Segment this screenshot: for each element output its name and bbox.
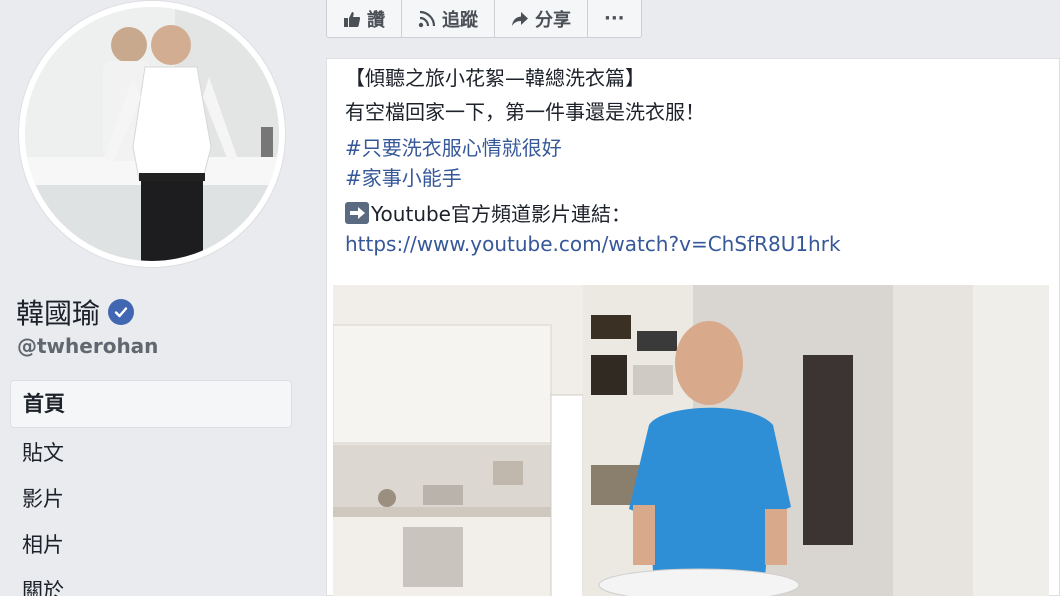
youtube-url-link[interactable]: https://www.youtube.com/watch?v=ChSfR8U1… [345, 229, 841, 259]
post-photo[interactable] [333, 285, 1049, 596]
nav-item-photos[interactable]: 相片 [10, 522, 292, 568]
right-column: 讚 追蹤 分享 ··· 【傾聽之旅小花絮—韓總洗衣篇】 有空檔回家一下，第一件事… [308, 0, 1060, 596]
hashtag-link[interactable]: #家事小能手 [345, 163, 841, 193]
rss-icon [418, 10, 436, 27]
share-label: 分享 [535, 9, 571, 31]
share-button[interactable]: 分享 [495, 0, 588, 37]
avatar-photo [25, 7, 279, 261]
right-arrow-icon [345, 202, 369, 224]
nav-item-home[interactable]: 首頁 [10, 380, 292, 428]
more-dots-icon: ··· [604, 8, 625, 29]
hashtag-link[interactable]: #只要洗衣服心情就很好 [345, 133, 841, 163]
page-title: 韓國瑜 [16, 292, 135, 332]
page-handle[interactable]: @twherohan [17, 334, 158, 358]
post-body: 【傾聽之旅小花絮—韓總洗衣篇】 有空檔回家一下，第一件事還是洗衣服！ #只要洗衣… [345, 63, 841, 259]
nav-item-about[interactable]: 關於 [10, 568, 292, 596]
youtube-label: Youtube官方頻道影片連結： [371, 202, 631, 226]
nav-item-videos[interactable]: 影片 [10, 476, 292, 522]
avatar [25, 7, 279, 261]
like-button[interactable]: 讚 [327, 0, 402, 37]
like-label: 讚 [367, 9, 385, 31]
thumbs-up-icon [344, 11, 361, 27]
follow-label: 追蹤 [442, 9, 478, 31]
page-nav: 首頁 貼文 影片 相片 關於 [10, 380, 292, 596]
more-options-button[interactable]: ··· [588, 0, 641, 37]
youtube-line: Youtube官方頻道影片連結： [345, 199, 841, 229]
post-title: 【傾聽之旅小花絮—韓總洗衣篇】 [345, 66, 645, 90]
verified-badge-icon [108, 299, 135, 325]
nav-item-posts[interactable]: 貼文 [10, 430, 292, 476]
page-name-text: 韓國瑜 [16, 297, 101, 330]
follow-button[interactable]: 追蹤 [402, 0, 495, 37]
post-line: 有空檔回家一下，第一件事還是洗衣服！ [345, 100, 705, 124]
kitchen-photo [333, 285, 1049, 596]
left-column: 韓國瑜 @twherohan 首頁 貼文 影片 相片 關於 [0, 0, 308, 596]
post-card: 【傾聽之旅小花絮—韓總洗衣篇】 有空檔回家一下，第一件事還是洗衣服！ #只要洗衣… [326, 58, 1060, 596]
share-arrow-icon [512, 11, 528, 26]
profile-picture[interactable] [18, 0, 286, 268]
page-action-bar: 讚 追蹤 分享 ··· [326, 0, 642, 38]
